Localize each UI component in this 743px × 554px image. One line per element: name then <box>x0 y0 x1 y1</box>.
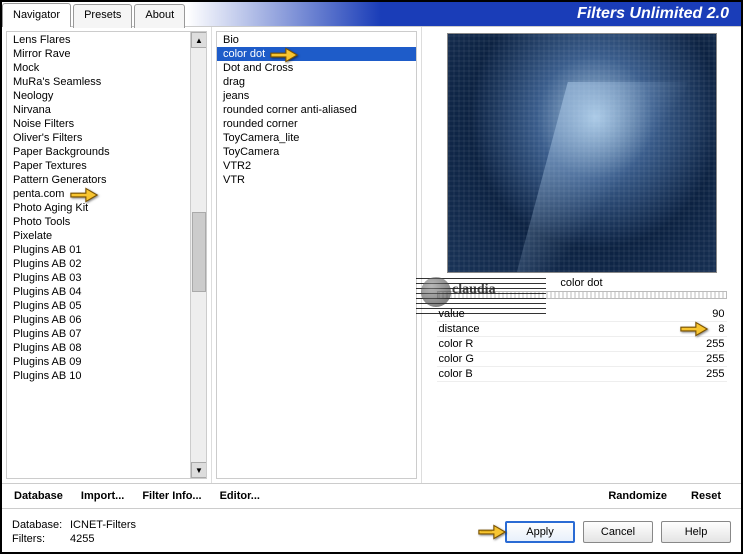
param-value: 255 <box>706 368 724 380</box>
navigator-item[interactable]: Paper Backgrounds <box>7 145 206 159</box>
navigator-item[interactable]: Paper Textures <box>7 159 206 173</box>
footer: Database:ICNET-Filters Filters:4255 Appl… <box>2 508 741 554</box>
footer-buttons: Apply Cancel Help <box>505 521 731 543</box>
page-title: Filters Unlimited 2.0 <box>577 5 729 23</box>
filter-item[interactable]: rounded corner anti-aliased <box>217 103 416 117</box>
navigator-item[interactable]: Plugins AB 08 <box>7 341 206 355</box>
tab-about[interactable]: About <box>134 4 185 28</box>
header: Navigator Presets About Filters Unlimite… <box>2 2 741 26</box>
navigator-item[interactable]: Noise Filters <box>7 117 206 131</box>
param-row[interactable]: color R 255 <box>437 337 727 352</box>
reset-button[interactable]: Reset <box>691 490 721 502</box>
filterinfo-button[interactable]: Filter Info... <box>142 490 201 502</box>
navigator-scrollbar[interactable]: ▲ ▼ <box>190 32 206 478</box>
database-button[interactable]: Database <box>14 490 63 502</box>
randomize-button[interactable]: Randomize <box>608 490 667 502</box>
navigator-item[interactable]: Plugins AB 06 <box>7 313 206 327</box>
right-toolbar: Randomize Reset <box>422 483 741 508</box>
filter-item[interactable]: Bio <box>217 33 416 47</box>
param-value: 90 <box>712 308 724 320</box>
navigator-item[interactable]: Photo Aging Kit <box>7 201 206 215</box>
toolbar-row: Database Import... Filter Info... Editor… <box>2 483 741 508</box>
navigator-item[interactable]: Pattern Generators <box>7 173 206 187</box>
filter-item[interactable]: Dot and Cross <box>217 61 416 75</box>
param-value: 255 <box>706 353 724 365</box>
param-value: 255 <box>706 338 724 350</box>
app-window: Navigator Presets About Filters Unlimite… <box>0 0 743 554</box>
import-button[interactable]: Import... <box>81 490 124 502</box>
title-bar: Filters Unlimited 2.0 <box>187 2 741 26</box>
filter-item[interactable]: ToyCamera <box>217 145 416 159</box>
navigator-item[interactable]: Photo Tools <box>7 215 206 229</box>
navigator-item[interactable]: Plugins AB 05 <box>7 299 206 313</box>
navigator-item[interactable]: Plugins AB 03 <box>7 271 206 285</box>
param-row[interactable]: color B 255 <box>437 367 727 382</box>
tab-presets[interactable]: Presets <box>73 4 132 28</box>
navigator-item[interactable]: Plugins AB 07 <box>7 327 206 341</box>
status-db-value: ICNET-Filters <box>70 519 136 531</box>
navigator-item[interactable]: Mirror Rave <box>7 47 206 61</box>
param-name: value <box>439 308 465 320</box>
param-name: color B <box>439 368 473 380</box>
navigator-item[interactable]: Mock <box>7 61 206 75</box>
navigator-column: Lens FlaresMirror RaveMockMuRa's Seamles… <box>2 27 212 483</box>
tab-strip: Navigator Presets About <box>2 2 187 26</box>
preview-title: color dot <box>432 277 731 289</box>
navigator-listbox[interactable]: Lens FlaresMirror RaveMockMuRa's Seamles… <box>6 31 207 479</box>
parameter-list: value90distance8color R255color G255colo… <box>437 307 727 382</box>
apply-button[interactable]: Apply <box>505 521 575 543</box>
status-db-label: Database: <box>12 518 70 532</box>
scroll-thumb[interactable] <box>192 212 206 292</box>
navigator-item[interactable]: Plugins AB 04 <box>7 285 206 299</box>
status-filters-value: 4255 <box>70 533 94 545</box>
filter-item[interactable]: ToyCamera_lite <box>217 131 416 145</box>
main-panel: Lens FlaresMirror RaveMockMuRa's Seamles… <box>2 26 741 483</box>
navigator-item[interactable]: penta.com <box>7 187 206 201</box>
status-filters-label: Filters: <box>12 532 70 546</box>
navigator-item[interactable]: Plugins AB 09 <box>7 355 206 369</box>
param-row[interactable]: value 90 <box>437 307 727 322</box>
filter-listbox[interactable]: Biocolor dotDot and Crossdragjeansrounde… <box>216 31 417 479</box>
help-button[interactable]: Help <box>661 521 731 543</box>
navigator-item[interactable]: MuRa's Seamless <box>7 75 206 89</box>
tab-navigator[interactable]: Navigator <box>2 3 71 27</box>
param-row[interactable]: color G 255 <box>437 352 727 367</box>
scroll-down-icon[interactable]: ▼ <box>191 462 207 478</box>
navigator-item[interactable]: Plugins AB 10 <box>7 369 206 383</box>
preview-image <box>447 33 717 273</box>
left-toolbar: Database Import... Filter Info... Editor… <box>2 483 422 508</box>
filter-item[interactable]: rounded corner <box>217 117 416 131</box>
param-value: 8 <box>718 323 724 335</box>
filter-item[interactable]: jeans <box>217 89 416 103</box>
filter-column: Biocolor dotDot and Crossdragjeansrounde… <box>212 27 422 483</box>
navigator-item[interactable]: Oliver's Filters <box>7 131 206 145</box>
filter-item[interactable]: VTR2 <box>217 159 416 173</box>
navigator-item[interactable]: Pixelate <box>7 229 206 243</box>
cancel-button[interactable]: Cancel <box>583 521 653 543</box>
navigator-item[interactable]: Nirvana <box>7 103 206 117</box>
scroll-up-icon[interactable]: ▲ <box>191 32 207 48</box>
filter-item[interactable]: color dot <box>217 47 416 61</box>
preview-column: color dot value90distance8color R255colo… <box>422 27 741 483</box>
navigator-item[interactable]: Plugins AB 02 <box>7 257 206 271</box>
param-row[interactable]: distance 8 <box>437 322 727 337</box>
navigator-item[interactable]: Plugins AB 01 <box>7 243 206 257</box>
status-text: Database:ICNET-Filters Filters:4255 <box>12 518 136 546</box>
editor-button[interactable]: Editor... <box>220 490 260 502</box>
navigator-item[interactable]: Lens Flares <box>7 33 206 47</box>
hand-pointer-icon <box>477 520 507 544</box>
param-name: color R <box>439 338 474 350</box>
navigator-item[interactable]: Neology <box>7 89 206 103</box>
filter-item[interactable]: drag <box>217 75 416 89</box>
param-name: distance <box>439 323 480 335</box>
progress-bar <box>437 291 727 299</box>
filter-item[interactable]: VTR <box>217 173 416 187</box>
param-name: color G <box>439 353 474 365</box>
